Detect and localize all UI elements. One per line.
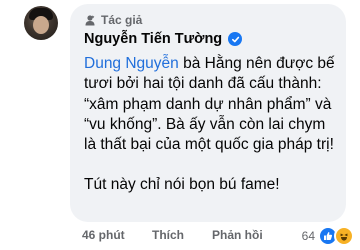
author-badge-label: Tác giả xyxy=(101,13,143,27)
comment-timestamp[interactable]: 46 phút xyxy=(82,228,125,242)
author-avatar[interactable] xyxy=(24,6,58,40)
reply-button[interactable]: Phản hồi xyxy=(212,228,263,242)
haha-icon xyxy=(334,226,354,246)
comment-text: Dung Nguyễn bà Hằng nên được bế tươi bởi… xyxy=(84,54,336,196)
comment-paragraph-1: Dung Nguyễn bà Hằng nên được bế tươi bởi… xyxy=(84,54,336,155)
verified-icon xyxy=(228,32,243,46)
author-name[interactable]: Nguyễn Tiến Tường xyxy=(84,31,222,47)
comment-bubble: Tác giả Nguyễn Tiến Tường Dung Nguyễn bà… xyxy=(70,4,346,222)
reaction-count: 64 xyxy=(301,229,315,243)
mention-link[interactable]: Dung Nguyễn xyxy=(84,55,179,72)
author-name-row: Nguyễn Tiến Tường xyxy=(84,31,243,47)
avatar-face xyxy=(33,16,49,34)
like-button[interactable]: Thích xyxy=(152,228,184,242)
comment-paragraph-2: Tút này chỉ nói bọn bú fame! xyxy=(84,176,280,194)
author-badge-icon xyxy=(85,15,95,26)
author-badge: Tác giả xyxy=(84,13,142,27)
reactions-summary[interactable]: 64 xyxy=(302,226,354,246)
